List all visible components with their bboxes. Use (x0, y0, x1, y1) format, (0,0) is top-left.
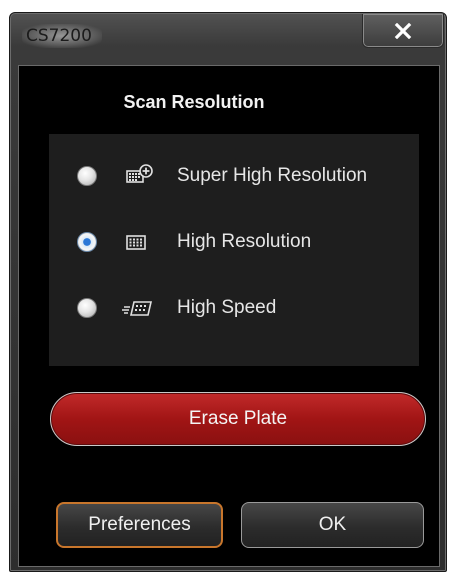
radio-super-high-resolution[interactable] (77, 166, 97, 186)
scan-resolution-heading: Scan Resolution (123, 92, 265, 112)
option-high-speed[interactable]: High Speed (49, 286, 419, 330)
radio-high-resolution[interactable] (77, 232, 97, 252)
super-high-resolution-icon (126, 164, 153, 183)
window-title: CS7200 (22, 24, 102, 48)
erase-plate-button[interactable]: Erase Plate (50, 392, 426, 446)
option-high-resolution[interactable]: High Resolution (49, 220, 419, 264)
resolution-options-panel: Super High Resolution High Resolution Hi… (49, 134, 419, 366)
dialog-content: Scan Resolution Super High Resolution Hi… (18, 65, 440, 567)
option-label-high-resolution: High Resolution (177, 231, 312, 252)
ok-button[interactable]: OK (241, 502, 424, 548)
radio-high-speed[interactable] (77, 298, 97, 318)
high-speed-icon (122, 301, 153, 316)
option-super-high-resolution[interactable]: Super High Resolution (49, 154, 419, 198)
high-resolution-icon (126, 235, 146, 250)
option-label-high-speed: High Speed (177, 297, 277, 318)
option-label-super-high-resolution: Super High Resolution (177, 165, 368, 186)
preferences-button[interactable]: Preferences (56, 502, 223, 548)
dialog-window: CS7200 Scan Resolution Super High Resolu… (9, 12, 447, 572)
close-button[interactable] (362, 14, 444, 48)
close-x-icon (394, 22, 412, 39)
